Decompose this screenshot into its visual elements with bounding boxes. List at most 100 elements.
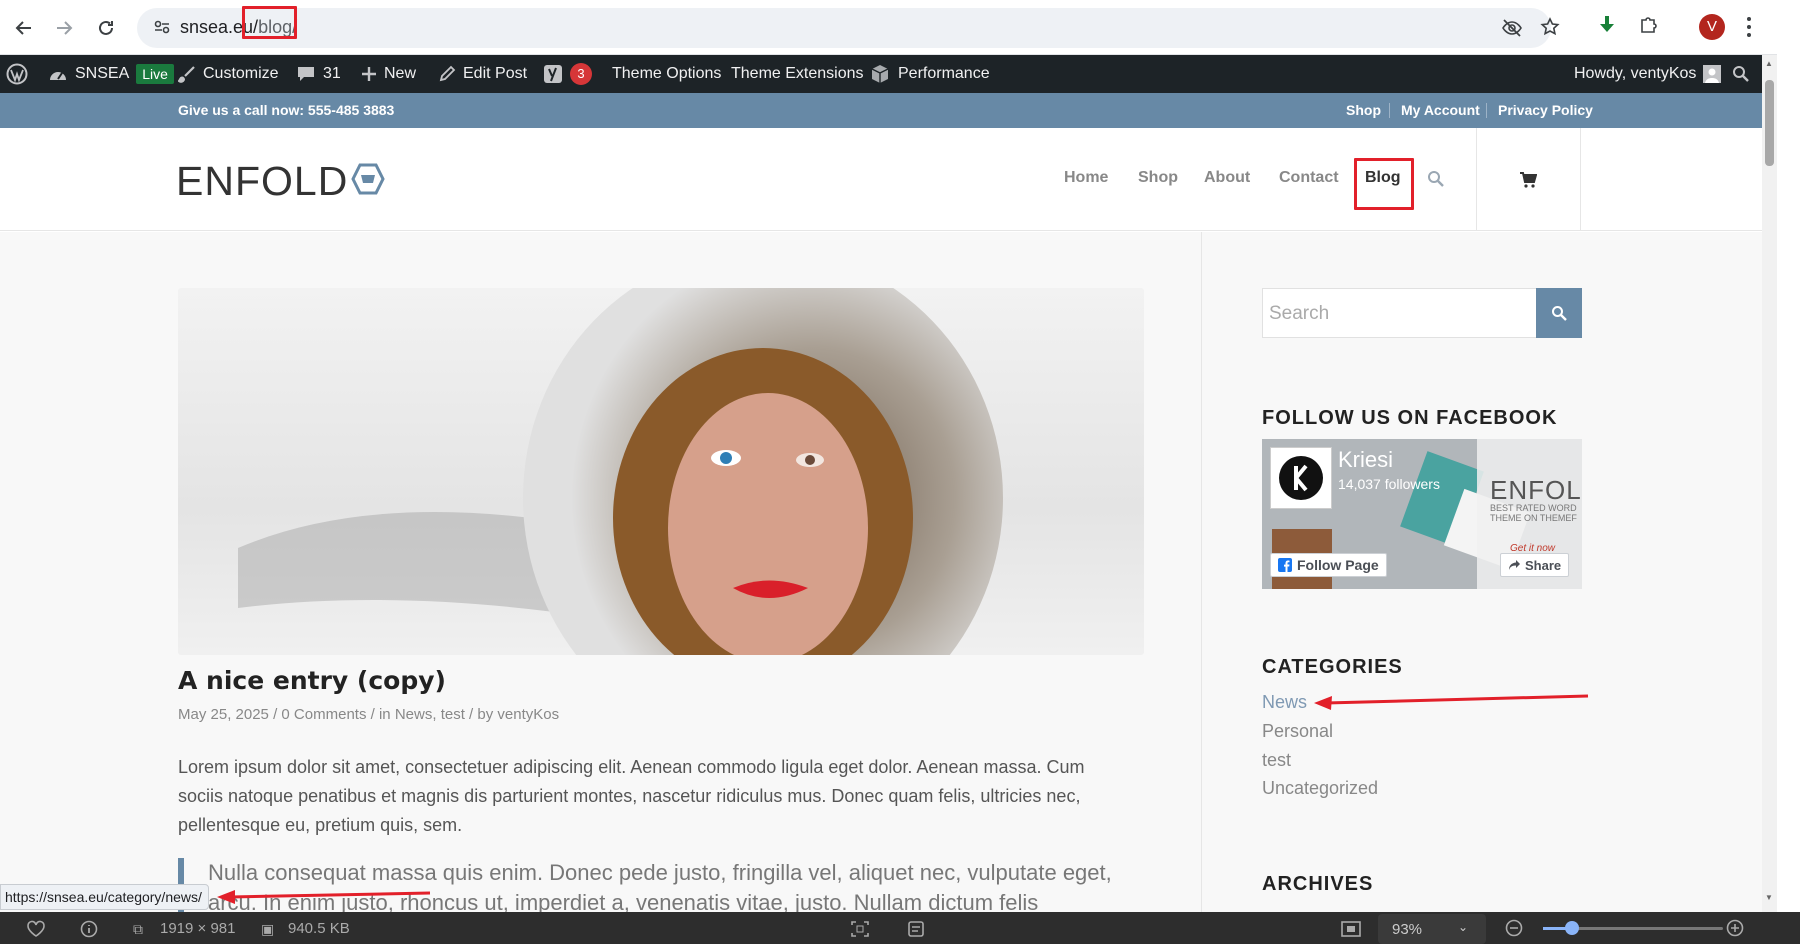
header-divider [1580,128,1581,231]
category-link-test[interactable]: test [1262,750,1291,771]
post-title[interactable]: A nice entry (copy) [178,666,446,695]
edit-post-label: Edit Post [463,65,528,82]
fb-follow-page-button[interactable]: Follow Page [1270,553,1387,577]
zoom-dropdown[interactable]: 93% ⌄ [1378,914,1486,944]
zoom-slider-handle[interactable] [1565,921,1579,935]
meta-in-prefix: in [378,706,391,723]
sidebar-search-input[interactable]: Search [1269,303,1329,325]
top-link-my-account[interactable]: My Account [1401,102,1480,118]
page-scrollbar[interactable]: ▲ ▼ [1762,55,1777,912]
address-bar[interactable]: snsea.eu/blog/ [137,8,1560,48]
url-highlight-box [242,6,297,39]
kebab-menu-icon[interactable] [1746,16,1752,43]
pencil-icon [439,65,456,82]
plus-icon [362,67,376,81]
nav-contact[interactable]: Contact [1279,169,1339,187]
theme-extensions-label: Theme Extensions [731,65,864,82]
nav-shop[interactable]: Shop [1138,169,1178,187]
categories-widget-title: CATEGORIES [1262,656,1403,678]
admin-comments[interactable]: 31 [296,55,341,93]
cart-icon[interactable] [1519,172,1538,193]
admin-yoast[interactable]: 3 [543,55,592,93]
top-link-shop[interactable]: Shop [1346,102,1381,118]
theme-options-label: Theme Options [612,65,722,82]
admin-customize[interactable]: Customize [178,55,279,93]
kriesi-page-avatar [1270,447,1332,509]
facebook-page-widget[interactable]: Kriesi 14,037 followers ENFOLD BEST RATE… [1262,439,1582,589]
facebook-widget-title: FOLLOW US ON FACEBOOK [1262,407,1558,429]
chevron-down-icon: ⌄ [1458,920,1469,934]
star-bookmark-icon[interactable] [1540,17,1560,42]
scrollbar-thumb[interactable] [1765,80,1774,166]
fb-follow-label: Follow Page [1297,557,1379,573]
new-label: New [384,65,417,82]
admin-edit-post[interactable]: Edit Post [438,55,527,93]
image-dimensions: 1919 × 981 [160,920,236,937]
category-link-personal[interactable]: Personal [1262,721,1333,742]
admin-site-menu[interactable]: SNSEA Live [48,55,174,93]
post-author-link[interactable]: ventyKos [497,706,559,723]
info-icon[interactable] [80,920,98,942]
meta-separator: / [273,706,278,723]
scroll-up-arrow-icon[interactable]: ▲ [1765,59,1773,68]
fb-banner-subtitle: THEME ON THEMEF [1490,513,1577,523]
admin-performance[interactable]: Performance [869,55,990,93]
admin-new[interactable]: New [361,55,416,93]
site-logo[interactable]: ENFOLD [176,158,348,205]
zoom-out-icon[interactable] [1505,919,1523,941]
eye-off-icon[interactable] [1501,18,1523,43]
nav-about[interactable]: About [1204,169,1250,187]
post-meta: May 25, 2025 / 0 Comments / in News, tes… [178,706,560,723]
meta-by-prefix: by [477,706,494,723]
paintbrush-icon [178,66,195,83]
facebook-f-icon [1278,558,1292,572]
wordpress-logo-icon[interactable] [6,55,28,93]
category-link-news[interactable]: News [1262,692,1307,713]
admin-theme-extensions[interactable]: Theme Extensions [731,55,864,93]
live-badge: Live [136,64,174,84]
category-link-uncategorized[interactable]: Uncategorized [1262,778,1378,799]
search-icon [1552,306,1567,321]
forward-arrow-icon[interactable] [48,12,80,44]
download-arrow-icon[interactable] [1597,14,1617,41]
admin-search-icon[interactable] [1732,55,1750,93]
post-category-news[interactable]: News [395,706,433,723]
zoom-level: 93% [1392,921,1423,938]
extensions-puzzle-icon[interactable] [1638,14,1660,41]
admin-theme-options[interactable]: Theme Options [612,55,721,93]
performance-cube-icon [871,65,889,83]
browser-toolbar: snsea.eu/blog/ V [0,0,1777,55]
meta-separator: / [370,706,375,723]
comment-bubble-icon [298,67,314,81]
dashboard-gauge-icon [50,72,66,80]
file-size: 940.5 KB [288,920,350,937]
fb-page-name[interactable]: Kriesi [1338,447,1393,473]
nav-home[interactable]: Home [1064,169,1108,187]
top-info-bar: Give us a call now: 555-485 3883 Shop My… [0,93,1762,128]
header-search-icon[interactable] [1427,170,1444,192]
sidebar-search-form: Search [1262,288,1582,338]
yoast-seo-icon [544,65,562,83]
post-featured-image[interactable] [178,288,1144,655]
customize-label: Customize [203,65,279,82]
back-arrow-icon[interactable] [8,12,40,44]
profile-avatar[interactable]: V [1699,14,1725,40]
main-content: A nice entry (copy) May 25, 2025 / 0 Com… [0,232,1762,912]
post-comments-link[interactable]: 0 Comments [281,706,366,723]
site-info-icon[interactable] [153,18,171,41]
post-category-test[interactable]: test [441,706,465,723]
sidebar-search-button[interactable] [1536,288,1582,338]
sidebar-divider [1201,232,1202,912]
zoom-slider[interactable] [1543,921,1723,935]
admin-account[interactable]: Howdy, ventyKos [1574,55,1722,93]
reload-icon[interactable] [90,12,122,44]
text-scan-icon[interactable] [906,920,926,942]
top-link-privacy-policy[interactable]: Privacy Policy [1498,102,1593,118]
status-bar-url: https://snsea.eu/category/news/ [0,884,209,910]
heart-icon[interactable] [26,920,46,942]
fb-share-button[interactable]: Share [1500,553,1570,577]
actual-size-icon[interactable] [1340,920,1362,942]
fit-screen-icon[interactable] [850,920,870,942]
scroll-down-arrow-icon[interactable]: ▼ [1765,893,1773,902]
zoom-in-icon[interactable] [1726,919,1744,941]
